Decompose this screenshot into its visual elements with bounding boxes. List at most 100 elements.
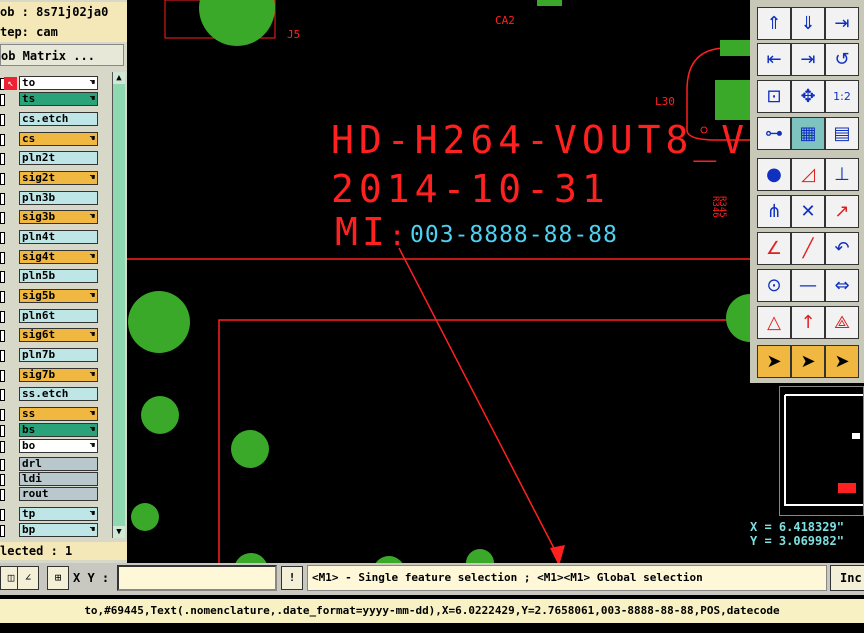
layer-name[interactable]: pln3b	[19, 191, 98, 205]
xy-input[interactable]	[117, 565, 277, 591]
move-right-button[interactable]: ⇥	[791, 43, 825, 76]
pointer-frame-button[interactable]: ➤	[791, 345, 825, 378]
layer-row-sig6t[interactable]: sig6t ☚	[0, 328, 112, 344]
layer-name[interactable]: pln2t	[19, 151, 98, 165]
layer-row-pln5b[interactable]: pln5b	[0, 269, 112, 285]
layer-row-bp[interactable]: bp ☚	[0, 523, 112, 539]
board-code-text[interactable]: 003-8888-88-88	[410, 222, 618, 248]
triangle-net-button[interactable]: ⟁	[825, 306, 859, 339]
layer-name[interactable]: ts ☚	[19, 92, 98, 106]
layer-checkbox[interactable]	[0, 252, 5, 264]
scale-button[interactable]: ⊥	[825, 158, 859, 191]
layer-name[interactable]: cs.etch	[19, 112, 98, 126]
layer-row-rout[interactable]: rout	[0, 487, 112, 503]
move-up-button[interactable]: ⇑	[757, 7, 791, 40]
inc-button[interactable]: Inc	[830, 565, 864, 591]
layer-row-pln7b[interactable]: pln7b	[0, 348, 112, 364]
layer-row-to[interactable]: ↖ to ☚	[0, 76, 112, 92]
layer-checkbox[interactable]	[0, 291, 5, 303]
layer-name[interactable]: sig6t ☚	[19, 328, 98, 342]
pointer-button[interactable]: ➤	[757, 345, 791, 378]
layer-scrollbar[interactable]: ▲ ▼	[112, 72, 125, 538]
scroll-up-icon[interactable]: ▲	[113, 72, 125, 84]
layer-checkbox[interactable]	[0, 193, 5, 205]
layer-name[interactable]: ss.etch	[19, 387, 98, 401]
grid-icon[interactable]: ⊞	[47, 566, 69, 590]
layer-checkbox[interactable]	[0, 212, 5, 224]
layer-checkbox[interactable]	[0, 94, 5, 106]
layer-checkbox[interactable]	[0, 474, 5, 486]
layer-checkbox[interactable]	[0, 330, 5, 342]
delete-point-button[interactable]: ✕	[791, 195, 825, 228]
layer-row-pln6t[interactable]: pln6t	[0, 309, 112, 325]
add-point-button[interactable]: ↗	[825, 195, 859, 228]
layer-checkbox[interactable]	[0, 153, 5, 165]
stretch-button[interactable]: ⇔	[825, 269, 859, 302]
layer-row-pln4t[interactable]: pln4t	[0, 230, 112, 246]
layer-name[interactable]: drl	[19, 457, 98, 471]
layer-row-pln2t[interactable]: pln2t	[0, 151, 112, 167]
layer-name[interactable]: bo ☚	[19, 439, 98, 453]
snap-point-button[interactable]: ⊙	[757, 269, 791, 302]
layer-row-ss[interactable]: ss ☚	[0, 407, 112, 423]
layer-row-cs[interactable]: cs ☚	[0, 132, 112, 148]
move-down-button[interactable]: ⇓	[791, 7, 825, 40]
layer-checkbox[interactable]	[0, 173, 5, 185]
layer-checkbox[interactable]	[0, 441, 5, 453]
layer-row-drl[interactable]: drl	[0, 457, 112, 473]
layer-row-pln3b[interactable]: pln3b	[0, 191, 112, 207]
layer-name[interactable]: ldi	[19, 472, 98, 486]
layer-name[interactable]: tp ☚	[19, 507, 98, 521]
layer-row-sig2t[interactable]: sig2t ☚	[0, 171, 112, 187]
triangle-measure-button[interactable]: △	[757, 306, 791, 339]
angle-button[interactable]: ∠	[757, 232, 791, 265]
layer-checkbox[interactable]	[0, 271, 5, 283]
layer-row-sig7b[interactable]: sig7b ☚	[0, 368, 112, 384]
layer-name[interactable]: bs ☚	[19, 423, 98, 437]
resize-button[interactable]: ◿	[791, 158, 825, 191]
layer-row-sig3b[interactable]: sig3b ☚	[0, 210, 112, 226]
move-left-button[interactable]: ⇤	[757, 43, 791, 76]
zoom-back-button[interactable]: ↺	[825, 43, 859, 76]
layer-row-tp[interactable]: tp ☚	[0, 507, 112, 523]
minimap[interactable]	[779, 386, 864, 516]
layer-name[interactable]: pln4t	[19, 230, 98, 244]
undo-curve-button[interactable]: ↶	[825, 232, 859, 265]
zoom-ratio-button[interactable]: 1:2	[825, 80, 859, 113]
line-button[interactable]: ╱	[791, 232, 825, 265]
move-right-edge-button[interactable]: ⇥	[825, 7, 859, 40]
layer-checkbox[interactable]	[0, 350, 5, 362]
layer-name[interactable]: rout	[19, 487, 98, 501]
layer-name[interactable]: to ☚	[19, 76, 98, 90]
scroll-down-icon[interactable]: ▼	[113, 526, 125, 538]
layer-name[interactable]: sig7b ☚	[19, 368, 98, 382]
layer-name[interactable]: cs ☚	[19, 132, 98, 146]
layer-checkbox[interactable]	[0, 459, 5, 471]
layer-row-ts[interactable]: ts ☚	[0, 92, 112, 108]
job-matrix-button[interactable]: ob Matrix ...	[0, 44, 124, 66]
alert-icon[interactable]: !	[281, 566, 303, 590]
layer-name[interactable]: sig4t ☚	[19, 250, 98, 264]
layer-row-bs[interactable]: bs ☚	[0, 423, 112, 439]
layer-checkbox[interactable]	[0, 409, 5, 421]
layer-name[interactable]: bp ☚	[19, 523, 98, 537]
layer-checkbox[interactable]	[0, 311, 5, 323]
grid-view-button[interactable]: ▦	[791, 117, 825, 150]
add-pad-button[interactable]: ●	[757, 158, 791, 191]
zoom-pan-button[interactable]: ✥	[791, 80, 825, 113]
layer-checkbox[interactable]	[0, 134, 5, 146]
connect-button[interactable]: ⋔	[757, 195, 791, 228]
layer-name[interactable]: sig5b ☚	[19, 289, 98, 303]
board-canvas[interactable]: HD-H264-VOUT8_V1.10 2014-10-31 MI: 003-8…	[127, 0, 856, 563]
layer-row-ss-etch[interactable]: ss.etch	[0, 387, 112, 403]
layer-row-cs-etch[interactable]: cs.etch	[0, 112, 112, 128]
layer-checkbox[interactable]	[0, 370, 5, 382]
board-mi-label[interactable]: MI:	[335, 210, 410, 254]
layer-checkbox[interactable]	[0, 232, 5, 244]
layer-name[interactable]: pln7b	[19, 348, 98, 362]
layer-name[interactable]: sig2t ☚	[19, 171, 98, 185]
layer-checkbox[interactable]	[0, 389, 5, 401]
layer-row-bo[interactable]: bo ☚	[0, 439, 112, 455]
layer-checkbox[interactable]	[0, 489, 5, 501]
measure-icon[interactable]: ∠	[17, 566, 39, 590]
